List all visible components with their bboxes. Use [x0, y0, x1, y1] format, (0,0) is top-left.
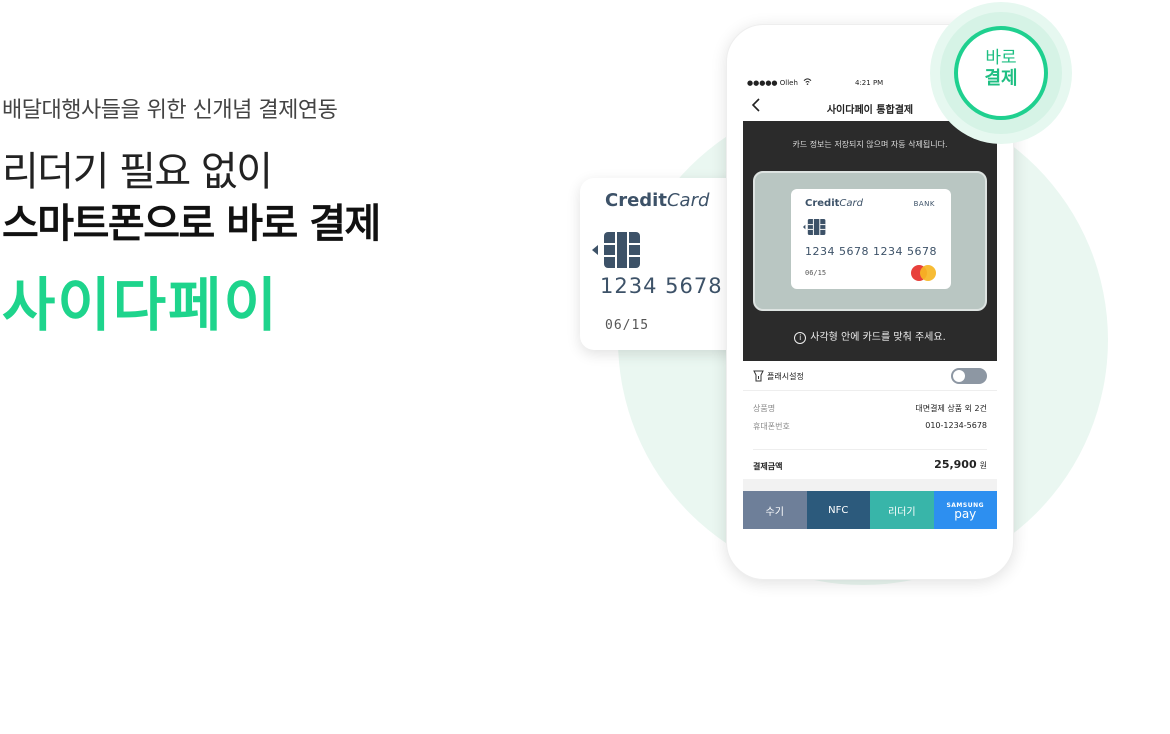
hero-headline-1: 리더기 필요 없이	[2, 149, 273, 195]
mastercard-logo-icon	[911, 265, 937, 281]
total-value: 25,900 원	[934, 458, 987, 471]
payment-method-tabs: 수기 NFC 리더기 SAMSUNG pay	[743, 491, 997, 529]
card-expiry: 06/15	[605, 318, 650, 333]
payment-info: 상품명 대면결제 상품 외 2건 휴대폰번호 010-1234-5678	[753, 403, 987, 439]
hero-section: 배달대행사들을 위한 신개념 결제연동 리더기 필요 없이 스마트폰으로 바로 …	[2, 92, 381, 339]
tab-manual[interactable]: 수기	[743, 491, 807, 529]
flash-toggle-knob	[953, 370, 965, 382]
brand-logo: 사이다페이	[2, 271, 279, 339]
scanned-card-number: 1234 5678 1234 5678	[805, 245, 937, 258]
flash-toggle[interactable]	[951, 368, 987, 384]
pay-label: pay	[954, 507, 977, 521]
card-brand: CreditCard	[605, 190, 710, 211]
scanned-card-bank: BANK	[913, 200, 935, 208]
scan-hint: i 사각형 안에 카드를 맞춰 주세요.	[743, 328, 997, 344]
tab-samsung-pay[interactable]: SAMSUNG pay	[933, 491, 997, 529]
phone-number-value: 010-1234-5678	[925, 421, 987, 430]
hero-subtitle: 배달대행사들을 위한 신개념 결제연동	[2, 98, 338, 123]
status-time: 4:21 PM	[855, 79, 884, 87]
info-row-product: 상품명 대면결제 상품 외 2건	[753, 403, 987, 421]
tab-reader[interactable]: 리더기	[870, 491, 934, 529]
card-scan-area: 카드 정보는 저장되지 않으며 자동 삭제됩니다. CreditCard BAN…	[743, 121, 997, 361]
payment-total: 결제금액 25,900 원	[753, 449, 987, 479]
flash-setting-row: 플래시설정	[743, 361, 997, 391]
carrier-label: ●●●●● Olleh	[747, 79, 798, 87]
instant-payment-badge: 바로 결제	[954, 26, 1048, 120]
flash-setting-label: 플래시설정	[767, 372, 804, 381]
badge-line-1: 바로	[985, 48, 1017, 68]
flashlight-icon	[753, 370, 764, 385]
scanned-card-expiry: 06/15	[805, 269, 827, 277]
badge-line-2: 결제	[984, 68, 1018, 89]
product-value: 대면결제 상품 외 2건	[915, 404, 987, 413]
tab-nfc[interactable]: NFC	[806, 491, 870, 529]
scan-notice: 카드 정보는 저장되지 않으며 자동 삭제됩니다.	[792, 140, 948, 149]
scanned-card-chip-icon	[803, 219, 826, 235]
info-icon: i	[794, 332, 807, 344]
phone-number-label: 휴대폰번호	[753, 422, 790, 431]
wifi-icon	[803, 78, 812, 87]
info-row-phone: 휴대폰번호 010-1234-5678	[753, 421, 987, 439]
total-label: 결제금액	[753, 462, 783, 471]
scanned-card: CreditCard BANK 1234 5678 1234 5678 06/1…	[791, 189, 951, 289]
divider	[743, 479, 997, 491]
card-chip-icon	[592, 232, 640, 268]
product-label: 상품명	[753, 404, 776, 413]
scanned-card-brand: CreditCard	[805, 198, 863, 209]
phone-screen: ●●●●● Olleh 4:21 PM 사이다페이 통합결제 카드 정보는 저장…	[743, 71, 997, 531]
hero-headline-2: 스마트폰으로 바로 결제	[2, 201, 381, 247]
card-number: 1234 5678	[600, 274, 723, 298]
scan-hint-text: 사각형 안에 카드를 맞춰 주세요.	[810, 332, 946, 343]
scan-frame: CreditCard BANK 1234 5678 1234 5678 06/1…	[753, 171, 987, 311]
